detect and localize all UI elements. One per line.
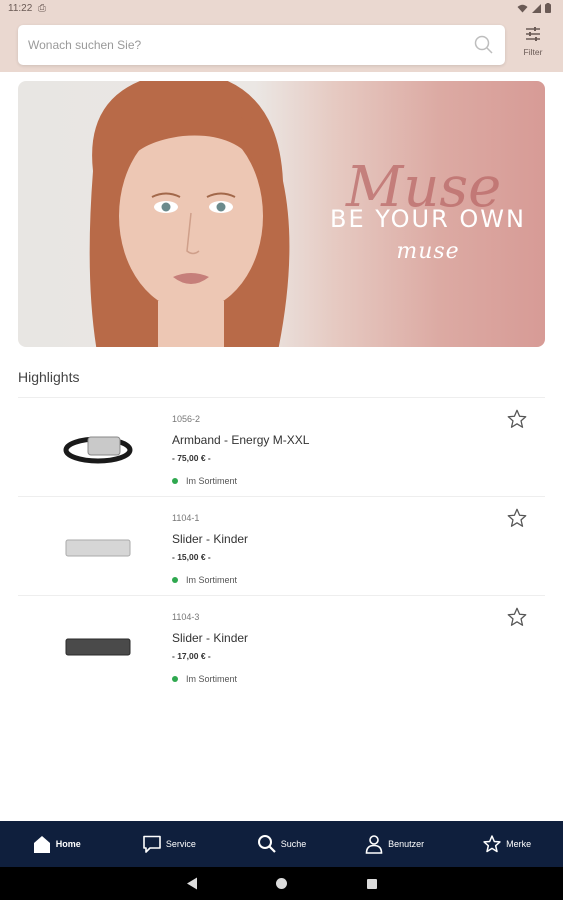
product-item[interactable]: 1104-3 Slider - Kinder - 17,00 € - Im So…	[18, 595, 545, 695]
bottom-navigation: Home Service Suche Benutzer Merke	[0, 821, 563, 867]
banner-subtitle: muse	[396, 239, 460, 264]
in-stock-dot	[172, 478, 178, 484]
system-navigation-bar	[0, 867, 563, 900]
product-code: 1104-3	[172, 612, 200, 622]
product-price: - 75,00 € -	[172, 453, 211, 463]
nav-user[interactable]: Benutzer	[338, 821, 451, 867]
star-icon	[483, 835, 501, 853]
availability-label: Im Sortiment	[186, 674, 238, 684]
notification-icon: ⎙	[38, 3, 46, 14]
availability-status: Im Sortiment	[172, 476, 237, 486]
back-icon[interactable]	[186, 877, 198, 890]
signal-icon	[532, 3, 541, 13]
recent-apps-icon[interactable]	[367, 879, 377, 889]
availability-status: Im Sortiment	[172, 674, 237, 684]
product-name[interactable]: Armband - Energy M-XXL	[172, 433, 309, 447]
product-price: - 15,00 € -	[172, 552, 211, 562]
filter-icon	[526, 27, 540, 41]
product-price: - 17,00 € -	[172, 651, 211, 661]
banner-title: BE YOUR OWN	[330, 205, 526, 233]
nav-user-label: Benutzer	[388, 839, 425, 849]
nav-home-label: Home	[55, 839, 81, 849]
home-button-icon[interactable]	[276, 878, 287, 889]
search-bar[interactable]	[18, 25, 505, 65]
nav-service[interactable]: Service	[113, 821, 226, 867]
status-bar: 11:22 ⎙	[0, 0, 563, 18]
battery-icon	[545, 3, 551, 13]
nav-favorites[interactable]: Merke	[450, 821, 563, 867]
nav-search-label: Suche	[280, 839, 307, 849]
favorite-star-icon[interactable]	[506, 408, 528, 430]
product-name[interactable]: Slider - Kinder	[172, 631, 248, 645]
product-item[interactable]: 1056-2 Armband - Energy M-XXL - 75,00 € …	[18, 397, 545, 497]
in-stock-dot	[172, 676, 178, 682]
user-icon	[365, 835, 383, 854]
filter-label: Filter	[523, 47, 543, 57]
search-icon[interactable]	[473, 34, 495, 56]
favorite-star-icon[interactable]	[506, 606, 528, 628]
slider-silver-icon	[65, 539, 131, 557]
status-icons	[517, 3, 551, 13]
highlights-title: Highlights	[18, 369, 80, 385]
availability-label: Im Sortiment	[186, 476, 238, 486]
product-code: 1056-2	[172, 414, 201, 424]
nav-service-label: Service	[165, 839, 196, 849]
availability-status: Im Sortiment	[172, 575, 237, 585]
header: Filter	[0, 18, 563, 72]
filter-button[interactable]: Filter	[518, 27, 548, 65]
home-icon	[33, 836, 50, 853]
chat-icon	[143, 835, 161, 853]
promo-banner[interactable]: Muse BE YOUR OWN muse	[18, 81, 545, 347]
product-code: 1104-1	[172, 513, 200, 523]
favorite-star-icon[interactable]	[506, 507, 528, 529]
wifi-icon	[517, 4, 528, 12]
product-name[interactable]: Slider - Kinder	[172, 532, 248, 546]
in-stock-dot	[172, 577, 178, 583]
search-icon	[257, 835, 276, 853]
status-time: 11:22	[8, 3, 33, 14]
nav-search[interactable]: Suche	[225, 821, 338, 867]
model-portrait-image	[89, 81, 290, 347]
nav-home[interactable]: Home	[0, 821, 113, 867]
search-input[interactable]	[28, 35, 468, 55]
product-item[interactable]: 1104-1 Slider - Kinder - 15,00 € - Im So…	[18, 496, 545, 596]
nav-favorites-label: Merke	[506, 839, 532, 849]
slider-dark-icon	[65, 638, 131, 656]
bracelet-icon	[63, 436, 133, 464]
availability-label: Im Sortiment	[186, 575, 238, 585]
